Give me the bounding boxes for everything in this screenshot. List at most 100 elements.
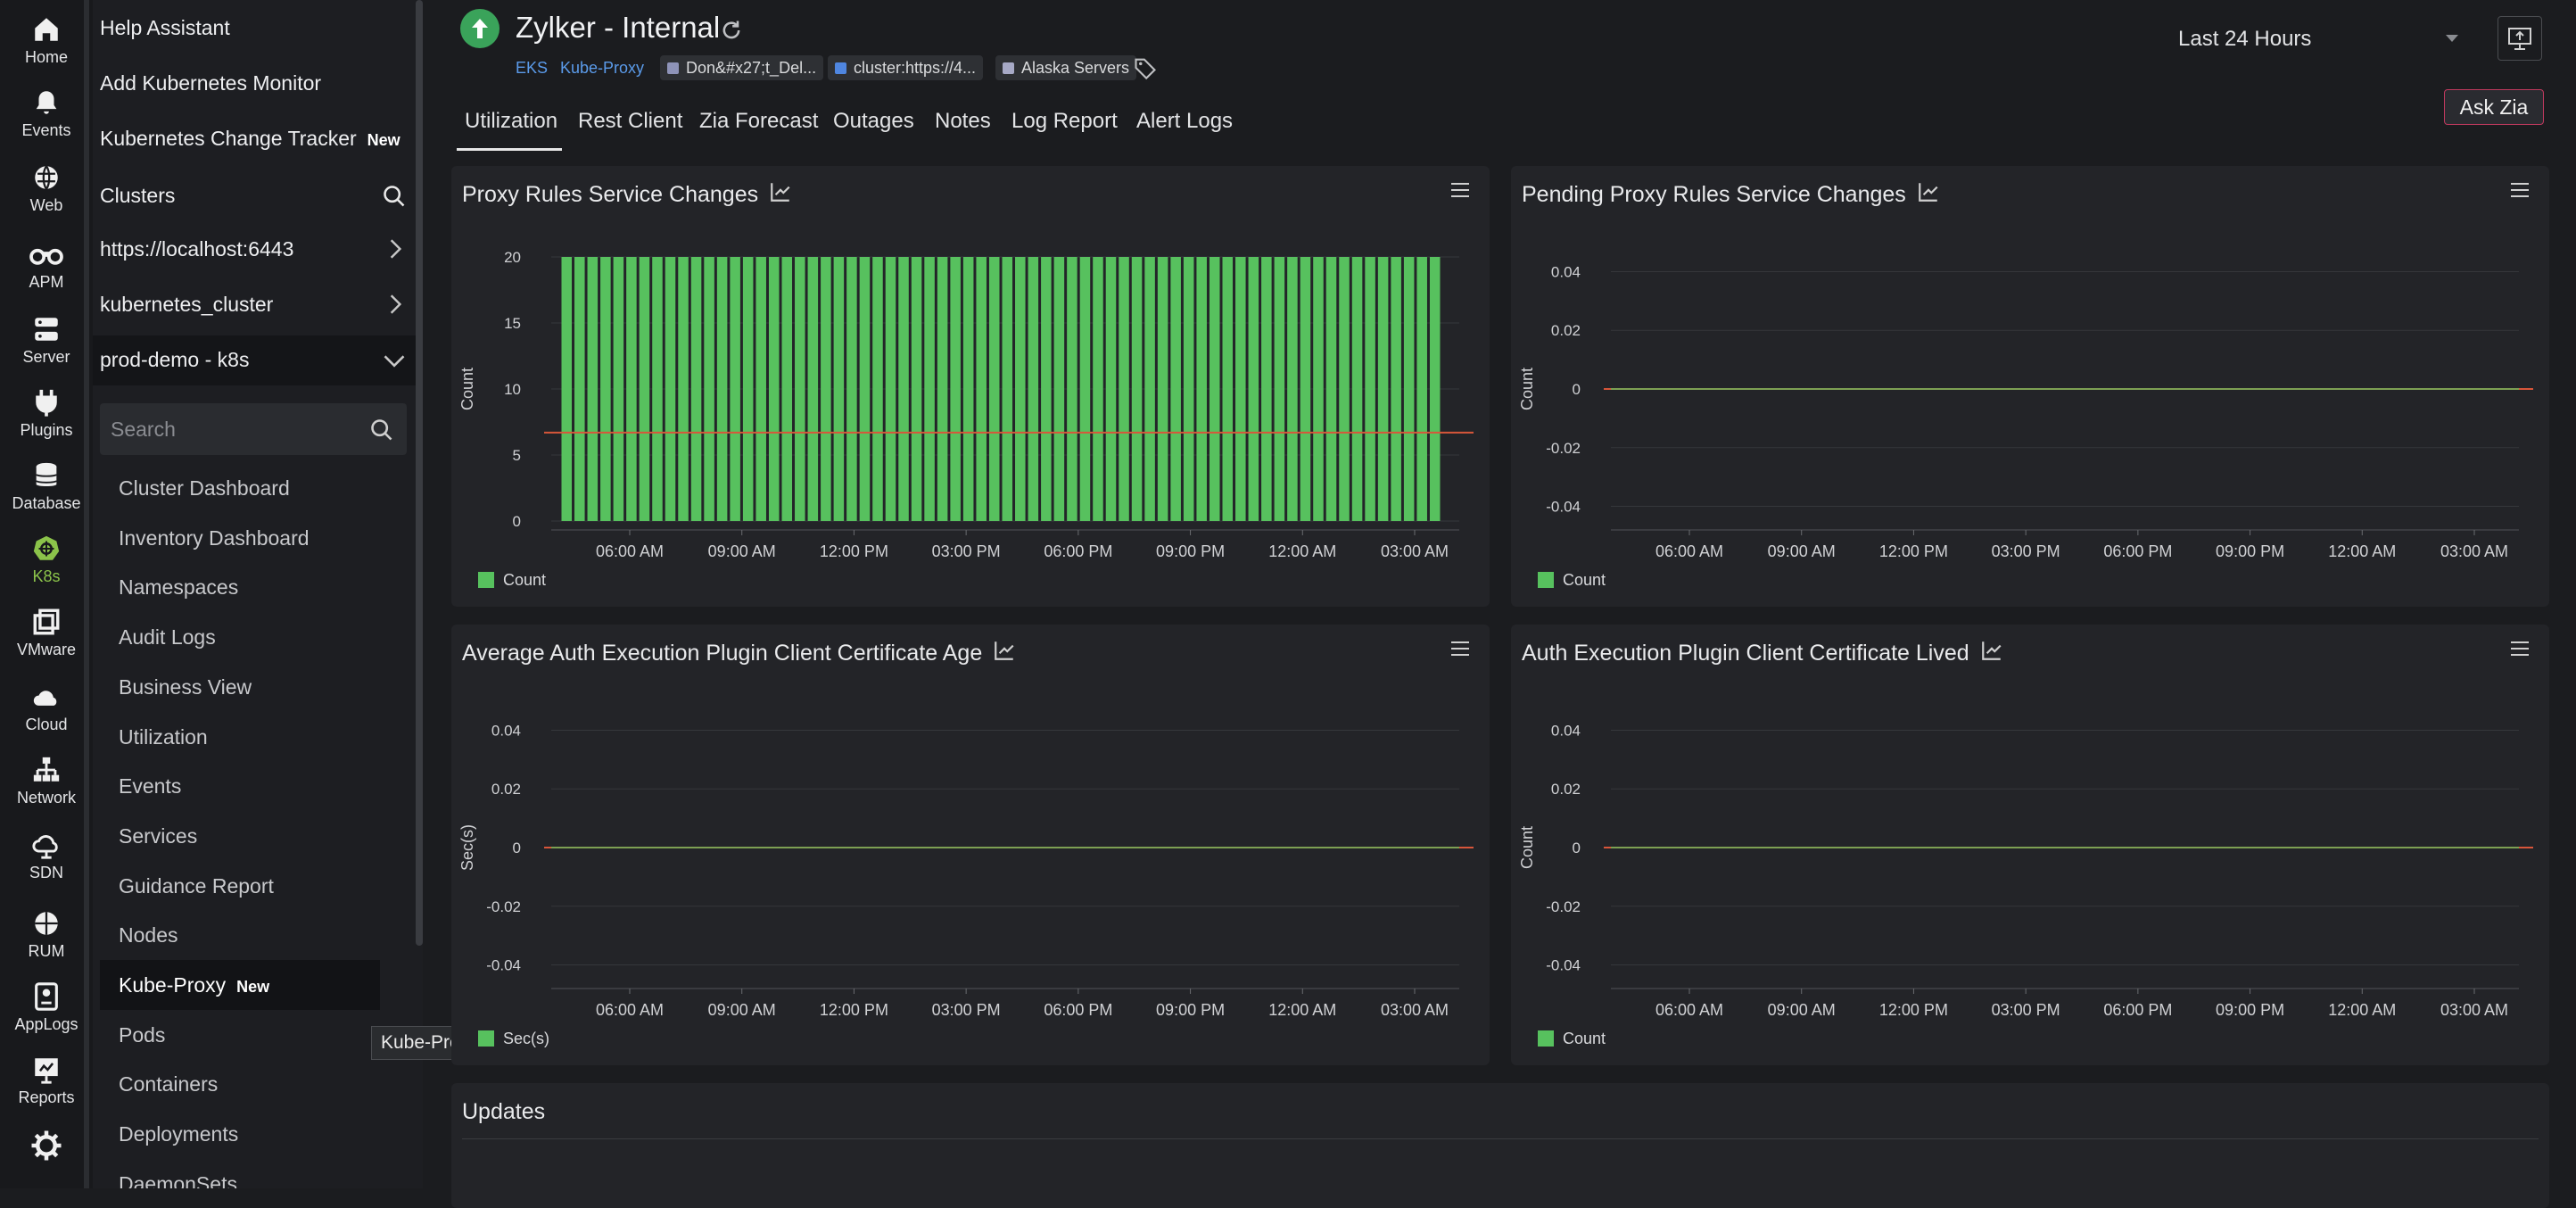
- tab-outages[interactable]: Outages: [833, 109, 914, 134]
- bar: [1119, 257, 1129, 521]
- x-tick-label: 09:00 PM: [2216, 1001, 2284, 1019]
- tab-zia-forecast[interactable]: Zia Forecast: [699, 109, 818, 134]
- export-button[interactable]: [2498, 16, 2542, 61]
- x-tick-label: 12:00 AM: [2328, 1001, 2396, 1019]
- y-tick-label: 0: [1573, 381, 1581, 398]
- time-range-select[interactable]: Last 24 Hours: [2178, 20, 2469, 59]
- cluster-item-kubernetes[interactable]: kubernetes_cluster: [93, 280, 416, 330]
- nav-scrollbar[interactable]: [416, 0, 423, 946]
- bar: [1079, 257, 1091, 521]
- cluster-item-localhost[interactable]: https://localhost:6443: [93, 225, 416, 275]
- search-icon[interactable]: [382, 184, 407, 209]
- kubernetes-change-tracker-link[interactable]: Kubernetes Change Tracker New: [100, 127, 400, 151]
- nav-item-services[interactable]: Services: [119, 824, 197, 848]
- bar: [600, 257, 611, 521]
- nav-item-deployments[interactable]: Deployments: [119, 1122, 238, 1146]
- chart-average-auth-cert-age: 0.04 0.02 0 -0.02 -0.04 Sec(s) 06:00 AM 09:00 A…: [458, 722, 1474, 1019]
- rail-label: Database: [12, 494, 81, 512]
- tag-eks[interactable]: EKS: [516, 59, 548, 78]
- tag-kube-proxy[interactable]: Kube-Proxy: [560, 59, 644, 78]
- bar: [1391, 257, 1401, 521]
- add-kubernetes-monitor-link[interactable]: Add Kubernetes Monitor: [100, 71, 321, 95]
- chart-legend[interactable]: Sec(s): [478, 1030, 549, 1048]
- chip-color-swatch: [667, 62, 679, 74]
- nav-item-namespaces[interactable]: Namespaces: [119, 575, 238, 600]
- help-assistant-link[interactable]: Help Assistant: [100, 16, 230, 40]
- label-chip[interactable]: Don&#x27;t_Del...: [660, 55, 824, 80]
- rail-home[interactable]: Home: [0, 14, 93, 67]
- label-chip[interactable]: Alaska Servers: [995, 55, 1137, 80]
- bar: [833, 257, 845, 521]
- bar: [885, 257, 896, 521]
- rail-reports[interactable]: Reports: [0, 1055, 93, 1107]
- rail-server[interactable]: Server: [0, 314, 93, 367]
- chart-legend[interactable]: Count: [478, 571, 546, 590]
- rail-scrollbar[interactable]: [84, 0, 89, 1188]
- tab-utilization[interactable]: Utilization: [465, 109, 557, 134]
- binoculars-icon: [29, 248, 63, 265]
- cluster-item-prod-demo[interactable]: prod-demo - k8s: [93, 335, 416, 385]
- refresh-icon[interactable]: [719, 18, 744, 43]
- bar: [1067, 257, 1077, 521]
- tag-icon[interactable]: [1133, 55, 1158, 80]
- legend-swatch: [1538, 1030, 1554, 1047]
- bar: [1157, 257, 1168, 521]
- rail-network[interactable]: Network: [0, 755, 93, 807]
- updates-panel: Updates: [451, 1083, 2549, 1208]
- tab-alert-logs[interactable]: Alert Logs: [1136, 109, 1233, 134]
- rail-web[interactable]: Web: [0, 162, 93, 215]
- rail-applogs[interactable]: AppLogs: [0, 981, 93, 1034]
- dropdown-arrow-icon: [2446, 35, 2458, 42]
- nav-item-pods[interactable]: Pods: [119, 1023, 165, 1047]
- rail-plugins[interactable]: Plugins: [0, 387, 93, 440]
- nav-search-input[interactable]: [109, 414, 362, 444]
- bar: [704, 257, 714, 521]
- rum-icon: [35, 912, 58, 935]
- legend-swatch: [1538, 572, 1554, 588]
- ask-zia-button[interactable]: Ask Zia: [2444, 89, 2544, 125]
- nav-item-nodes[interactable]: Nodes: [119, 923, 178, 947]
- nav-item-audit-logs[interactable]: Audit Logs: [119, 625, 216, 650]
- tab-notes[interactable]: Notes: [935, 109, 991, 134]
- nav-item-kube-proxy[interactable]: Kube-Proxy New: [119, 973, 269, 997]
- sdn-icon: [32, 835, 58, 859]
- x-tick-label: 06:00 PM: [1044, 542, 1112, 560]
- rail-label: Plugins: [20, 421, 73, 439]
- rail-cloud[interactable]: Cloud: [0, 682, 93, 734]
- nav-item-inventory-dashboard[interactable]: Inventory Dashboard: [119, 526, 310, 550]
- rail-rum[interactable]: RUM: [0, 908, 93, 961]
- monitor-header: Zylker - Internal EKS Kube-Proxy Don&#x2…: [425, 0, 2576, 155]
- rail-sdn[interactable]: SDN: [0, 830, 93, 882]
- nav-item-cluster-dashboard[interactable]: Cluster Dashboard: [119, 476, 290, 501]
- rail-label: K8s: [32, 567, 61, 585]
- rail-settings[interactable]: [0, 1129, 93, 1162]
- icon-rail: Home Events Web APM Server Plugins Datab…: [0, 0, 93, 1188]
- x-tick-label: 06:00 PM: [2103, 1001, 2172, 1019]
- bar: [859, 257, 871, 521]
- chart-legend[interactable]: Count: [1538, 1030, 1606, 1048]
- rail-apm[interactable]: APM: [0, 239, 93, 292]
- rail-events[interactable]: Events: [0, 87, 93, 140]
- nav-item-utilization[interactable]: Utilization: [119, 725, 208, 749]
- search-icon[interactable]: [369, 418, 394, 443]
- y-tick-label: 0.02: [1551, 781, 1581, 798]
- bar: [755, 257, 766, 521]
- label-chip[interactable]: cluster:https://4...: [828, 55, 984, 80]
- nav-item-daemonsets[interactable]: DaemonSets: [119, 1172, 237, 1188]
- nav-item-events[interactable]: Events: [119, 774, 181, 798]
- chart-auth-cert-lived: 0.04 0.02 0 -0.02 -0.04 Count 06:00 AM 09:00 AM…: [1518, 722, 2533, 1019]
- nav-item-guidance-report[interactable]: Guidance Report: [119, 874, 274, 898]
- tab-log-report[interactable]: Log Report: [1011, 109, 1118, 134]
- x-tick-label: 12:00 AM: [1268, 1001, 1336, 1019]
- rail-vmware[interactable]: VMware: [0, 607, 93, 659]
- home-icon: [35, 18, 58, 41]
- bar: [1105, 257, 1117, 521]
- nav-item-containers[interactable]: Containers: [119, 1072, 218, 1096]
- nav-item-business-view[interactable]: Business View: [119, 675, 252, 699]
- chart-legend[interactable]: Count: [1538, 571, 1606, 590]
- rail-k8s[interactable]: K8s: [0, 534, 93, 586]
- x-tick-label: 06:00 AM: [1655, 542, 1723, 560]
- rail-database[interactable]: Database: [0, 460, 93, 513]
- bar: [1222, 257, 1234, 521]
- tab-rest-client[interactable]: Rest Client: [578, 109, 682, 134]
